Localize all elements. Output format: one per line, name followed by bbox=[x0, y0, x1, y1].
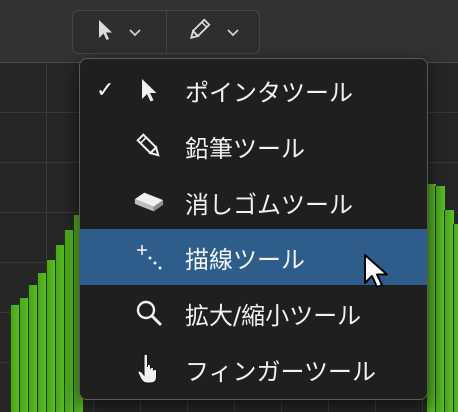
command-click-tool-menu[interactable] bbox=[165, 11, 260, 53]
velocity-bar bbox=[453, 224, 458, 412]
menu-item-pencil-tool[interactable]: 鉛筆ツール bbox=[80, 118, 427, 174]
eraser-icon bbox=[133, 186, 165, 218]
pointer-icon bbox=[133, 74, 165, 106]
menu-item-pointer-tool[interactable]: ✓ ポインタツール bbox=[80, 62, 427, 118]
pencil-icon bbox=[133, 130, 165, 162]
tool-menu: ✓ ポインタツール 鉛筆ツール 消しゴムツール 描線ツール 拡大/縮小ツール フ… bbox=[79, 58, 428, 400]
tool-selector-bar bbox=[72, 10, 260, 54]
menu-item-label: フィンガーツール bbox=[185, 357, 377, 386]
menu-item-label: 拡大/縮小ツール bbox=[185, 301, 362, 330]
menu-item-label: 鉛筆ツール bbox=[185, 134, 305, 163]
left-click-tool-menu[interactable] bbox=[73, 11, 166, 53]
menu-item-finger-tool[interactable]: フィンガーツール bbox=[80, 341, 427, 397]
menu-item-label: ポインタツール bbox=[185, 78, 353, 107]
checkmark-icon: ✓ bbox=[96, 77, 115, 103]
line-draw-icon bbox=[133, 241, 165, 273]
menu-item-eraser-tool[interactable]: 消しゴムツール bbox=[80, 174, 427, 230]
chevron-down-icon bbox=[128, 23, 142, 42]
zoom-icon bbox=[133, 297, 165, 329]
menu-item-label: 消しゴムツール bbox=[185, 190, 353, 219]
pointer-icon bbox=[96, 18, 114, 46]
chevron-down-icon bbox=[226, 23, 240, 42]
pencil-icon bbox=[186, 17, 212, 47]
finger-icon bbox=[133, 353, 165, 385]
mouse-cursor-icon bbox=[362, 253, 392, 295]
menu-item-label: 描線ツール bbox=[185, 245, 305, 274]
